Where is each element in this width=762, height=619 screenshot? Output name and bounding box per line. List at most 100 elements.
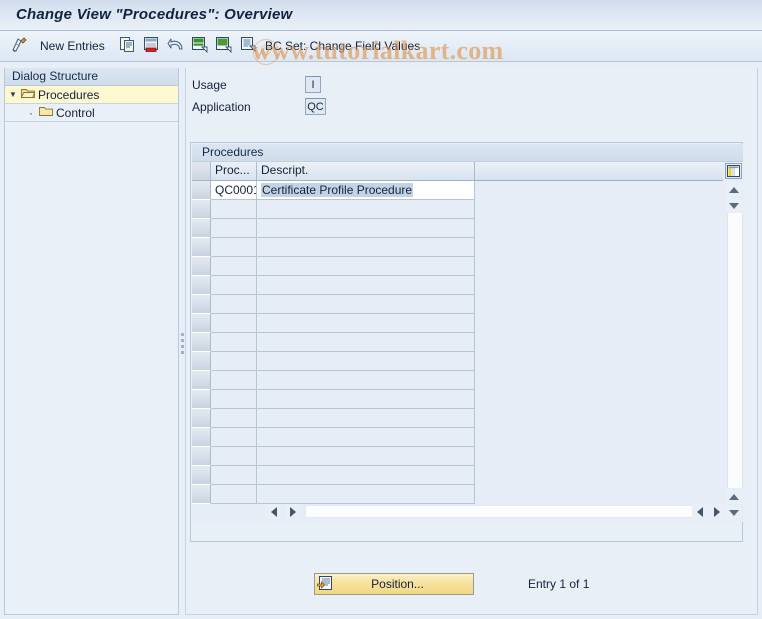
bc-set-label: BC Set: Change Field Values xyxy=(265,39,421,53)
row-selector-cell[interactable] xyxy=(192,295,211,314)
table-cell-descript[interactable] xyxy=(257,276,475,295)
table-cell-descript[interactable] xyxy=(257,485,475,504)
table-cell-descript[interactable] xyxy=(257,409,475,428)
table-cell-proc[interactable] xyxy=(211,314,257,333)
table-cell-proc[interactable] xyxy=(211,219,257,238)
new-entries-button[interactable]: New Entries xyxy=(40,35,105,57)
bc-set-icon xyxy=(240,36,257,56)
delete-button[interactable] xyxy=(143,35,160,57)
row-selector-cell[interactable] xyxy=(192,219,211,238)
arrow-right-icon xyxy=(289,506,296,517)
grid-vertical-scrollbar[interactable] xyxy=(726,182,743,521)
row-selector-cell[interactable] xyxy=(192,352,211,371)
vertical-scroll-track[interactable] xyxy=(727,213,743,488)
table-cell-proc[interactable] xyxy=(211,428,257,447)
row-selector-cell[interactable] xyxy=(192,314,211,333)
column-header-descript[interactable]: Descript. xyxy=(257,162,475,180)
scroll-down-button[interactable] xyxy=(726,198,742,213)
table-cell-descript[interactable] xyxy=(257,352,475,371)
row-selector-cell[interactable] xyxy=(192,485,211,504)
table-cell-descript[interactable] xyxy=(257,371,475,390)
scroll-up-button[interactable] xyxy=(726,182,742,197)
table-cell-proc[interactable] xyxy=(211,295,257,314)
row-selector-cell[interactable] xyxy=(192,200,211,219)
deselect-all-icon xyxy=(215,36,232,56)
row-selector-cell[interactable] xyxy=(192,238,211,257)
dialog-structure-panel: Dialog Structure ▼ Procedures · Control xyxy=(4,68,179,615)
procedures-group-title: Procedures xyxy=(192,144,743,162)
table-cell-descript[interactable] xyxy=(257,238,475,257)
table-cell-proc[interactable]: QC0001 xyxy=(211,181,257,200)
position-button[interactable]: Position... xyxy=(314,573,474,595)
bc-set-icon-button[interactable] xyxy=(240,35,257,57)
table-cell-descript[interactable] xyxy=(257,333,475,352)
table-cell-descript[interactable] xyxy=(257,257,475,276)
row-selector-cell[interactable] xyxy=(192,409,211,428)
table-cell-proc[interactable] xyxy=(211,200,257,219)
deselect-all-button[interactable] xyxy=(215,35,232,57)
table-cell-descript[interactable] xyxy=(257,390,475,409)
table-cell-proc[interactable] xyxy=(211,447,257,466)
application-input[interactable] xyxy=(305,98,326,115)
table-cell-proc[interactable] xyxy=(211,390,257,409)
column-configuration-icon[interactable] xyxy=(725,163,742,179)
table-cell-descript[interactable] xyxy=(257,295,475,314)
position-button-label: Position... xyxy=(371,577,424,591)
table-cell-proc[interactable] xyxy=(211,333,257,352)
scroll-page-down-button[interactable] xyxy=(726,505,742,520)
table-cell-descript[interactable] xyxy=(257,447,475,466)
table-cell-descript[interactable] xyxy=(257,466,475,485)
undo-button[interactable] xyxy=(167,35,186,57)
table-cell-descript[interactable] xyxy=(257,219,475,238)
table-cell-proc[interactable] xyxy=(211,485,257,504)
bc-set-change-field-values-button[interactable]: BC Set: Change Field Values xyxy=(265,35,420,57)
table-cell-proc[interactable] xyxy=(211,466,257,485)
row-selector-cell[interactable] xyxy=(192,428,211,447)
scroll-page-left-button[interactable] xyxy=(692,504,707,519)
grid-select-all-cell[interactable] xyxy=(192,162,211,180)
table-cell-descript[interactable]: Certificate Profile Procedure xyxy=(257,181,475,200)
tree-bullet-icon: · xyxy=(29,105,33,120)
position-icon xyxy=(317,575,334,594)
grid-horizontal-scrollbar[interactable] xyxy=(211,503,724,520)
chevron-down-icon[interactable]: ▼ xyxy=(5,90,21,99)
row-selector-cell[interactable] xyxy=(192,390,211,409)
display-change-button[interactable] xyxy=(10,35,30,57)
row-selector-cell[interactable] xyxy=(192,181,211,200)
arrow-left-icon xyxy=(696,506,703,517)
table-cell-descript[interactable] xyxy=(257,200,475,219)
sidebar-item-label: Procedures xyxy=(38,87,100,102)
row-selector-cell[interactable] xyxy=(192,466,211,485)
arrow-down-icon xyxy=(729,202,739,209)
dialog-structure-header: Dialog Structure xyxy=(5,68,178,86)
scroll-left-button[interactable] xyxy=(266,504,281,519)
table-cell-descript[interactable] xyxy=(257,428,475,447)
row-selector-cell[interactable] xyxy=(192,276,211,295)
new-entries-label: New Entries xyxy=(40,39,105,53)
usage-input[interactable] xyxy=(305,76,321,93)
scroll-page-up-button[interactable] xyxy=(726,489,742,504)
copy-as-button[interactable] xyxy=(119,35,136,57)
scroll-right-button[interactable] xyxy=(285,504,300,519)
table-cell-descript[interactable] xyxy=(257,314,475,333)
splitter-dot xyxy=(180,333,184,336)
main-content-panel: Usage Application Procedures Proc... Des… xyxy=(185,68,758,615)
row-selector-cell[interactable] xyxy=(192,333,211,352)
sidebar-item-control[interactable]: · Control xyxy=(5,104,178,122)
select-all-icon xyxy=(191,36,208,56)
select-all-button[interactable] xyxy=(191,35,208,57)
splitter-dot xyxy=(180,339,184,342)
table-cell-proc[interactable] xyxy=(211,276,257,295)
table-cell-proc[interactable] xyxy=(211,371,257,390)
row-selector-cell[interactable] xyxy=(192,371,211,390)
scroll-page-right-button[interactable] xyxy=(709,504,724,519)
row-selector-cell[interactable] xyxy=(192,447,211,466)
horizontal-scroll-track[interactable] xyxy=(305,505,699,518)
table-cell-proc[interactable] xyxy=(211,352,257,371)
table-cell-proc[interactable] xyxy=(211,409,257,428)
sidebar-item-procedures[interactable]: ▼ Procedures xyxy=(5,86,178,104)
column-header-proc[interactable]: Proc... xyxy=(211,162,257,180)
table-cell-proc[interactable] xyxy=(211,238,257,257)
row-selector-cell[interactable] xyxy=(192,257,211,276)
table-cell-proc[interactable] xyxy=(211,257,257,276)
